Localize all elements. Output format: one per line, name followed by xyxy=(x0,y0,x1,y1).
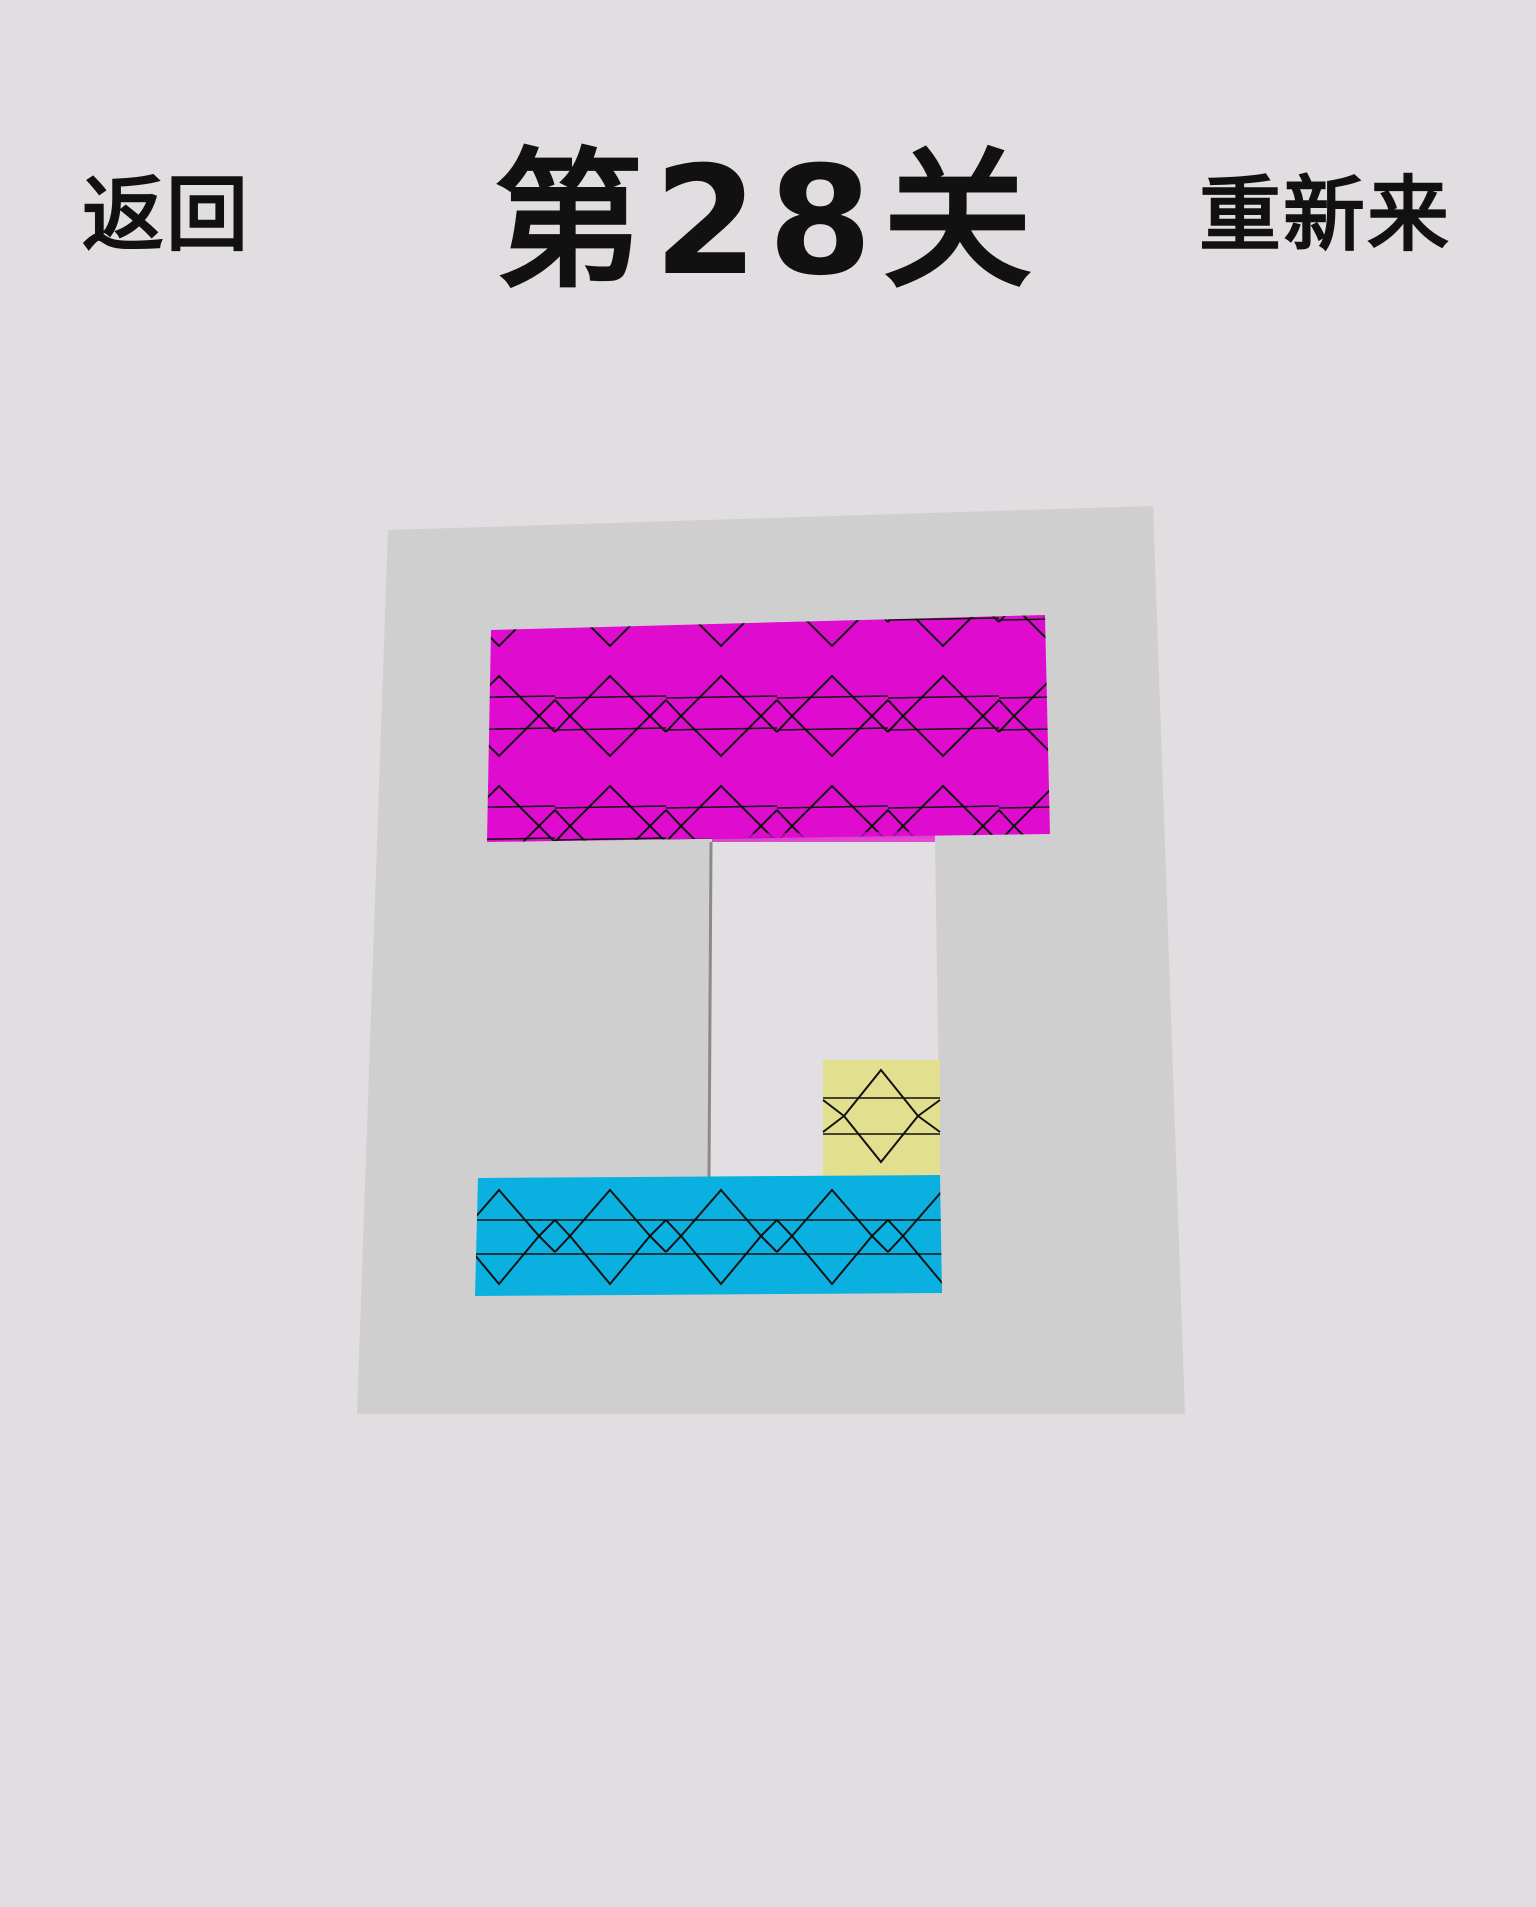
channel-edge xyxy=(707,841,713,1179)
magenta-block[interactable] xyxy=(487,615,1050,842)
game-board xyxy=(357,506,1185,1414)
blue-block[interactable] xyxy=(475,1175,942,1296)
yellow-block[interactable] xyxy=(822,1060,941,1178)
